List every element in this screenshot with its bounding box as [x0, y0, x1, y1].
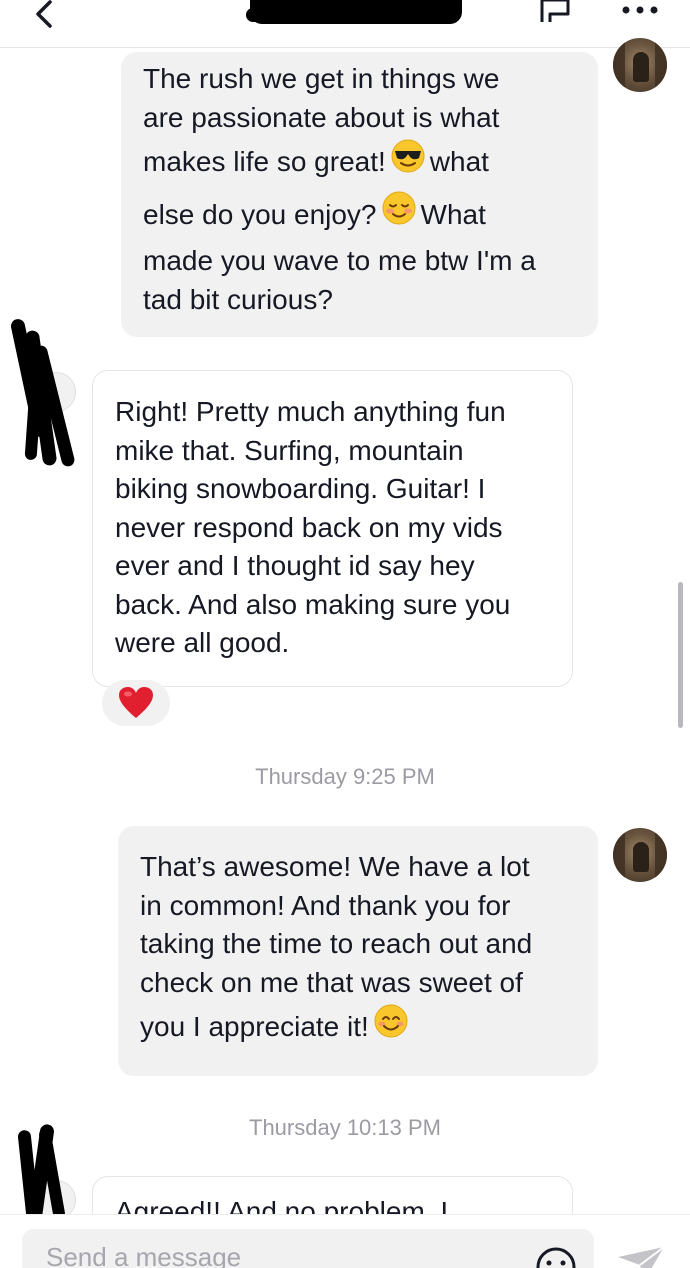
message-line: never respond back on my vids [115, 511, 503, 543]
message-line: check on me that was sweet of [140, 966, 523, 998]
smiling-face-emoji-icon [373, 1003, 409, 1055]
message-bubble-sent[interactable]: The rush we get in things we are passion… [121, 52, 598, 337]
message-timestamp: Thursday 9:25 PM [255, 764, 435, 789]
message-line: were all good. [115, 627, 290, 658]
message-text: you I appreciate it! [140, 1011, 369, 1042]
message-text: makes life so great! [143, 146, 386, 177]
message-line: tad bit curious? [143, 283, 333, 315]
sunglasses-emoji-icon [390, 138, 426, 190]
send-icon [618, 1246, 665, 1268]
emoji-picker-button[interactable] [534, 1245, 578, 1268]
relieved-face-emoji-icon [381, 190, 417, 242]
message-line: ever and I thought id say hey [115, 550, 475, 581]
message-line: biking snowboarding. Guitar! I [115, 473, 486, 504]
message-line: taking the time to reach out and [140, 928, 533, 959]
message-text: else do you enjoy? [143, 198, 377, 230]
message-line: made you wave to me btw I'm a [143, 245, 536, 277]
emoji-face-icon [536, 1247, 576, 1268]
message-composer [0, 1214, 690, 1268]
message-timestamp: Thursday 10:13 PM [249, 1115, 441, 1140]
message-line: else do you enjoy? What [143, 190, 576, 243]
chevron-left-icon [36, 0, 52, 28]
red-heart-icon [119, 687, 153, 718]
more-horizontal-icon [622, 6, 658, 14]
redacted-contact-name [246, 0, 462, 24]
my-avatar[interactable] [613, 828, 667, 882]
chat-header [0, 0, 690, 48]
message-input[interactable] [22, 1229, 594, 1268]
message-bubble-sent[interactable]: That’s awesome! We have a lot in common!… [118, 826, 598, 1076]
chat-screen: The rush we get in things we are passion… [0, 0, 690, 1268]
message-line: The rush we get in things we [143, 63, 500, 94]
send-button[interactable] [614, 1243, 670, 1268]
message-line: are passionate about is what [143, 101, 500, 133]
my-avatar[interactable] [613, 38, 667, 92]
message-bubble-received[interactable]: Right! Pretty much anything fun mike tha… [92, 370, 573, 687]
message-line: makes life so great! what [143, 137, 576, 190]
message-line: you I appreciate it! [140, 1002, 576, 1055]
message-line: That’s awesome! We have a lot [140, 851, 530, 882]
message-text: what [429, 146, 489, 177]
scrollbar[interactable] [678, 582, 683, 728]
heart-reaction[interactable] [102, 680, 170, 726]
message-line: mike that. Surfing, mountain [115, 434, 464, 466]
back-button[interactable] [26, 0, 66, 34]
more-options-button[interactable] [616, 0, 664, 26]
message-line: in common! And thank you for [140, 889, 511, 921]
message-line: back. And also making sure you [115, 588, 511, 620]
report-button[interactable] [536, 0, 576, 30]
message-text: What [420, 198, 486, 230]
message-line: Right! Pretty much anything fun [115, 396, 506, 427]
flag-icon [540, 0, 570, 22]
